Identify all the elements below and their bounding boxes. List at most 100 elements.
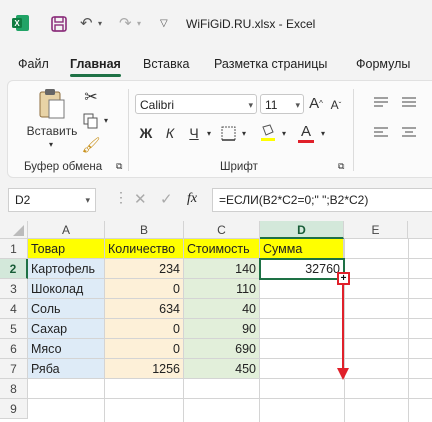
row-header-3[interactable]: 3	[0, 279, 28, 299]
tab-formulas[interactable]: Формулы	[356, 57, 410, 71]
font-color-dropdown-icon[interactable]: ▾	[318, 125, 328, 141]
font-size-combo[interactable]: 11 ▾	[260, 94, 304, 114]
table-cell-qty[interactable]: 0	[105, 279, 184, 299]
column-header-c[interactable]: C	[184, 221, 260, 239]
row-header-8[interactable]: 8	[0, 379, 28, 399]
table-cell-sum[interactable]	[260, 339, 344, 359]
copy-dropdown-icon[interactable]: ▾	[101, 114, 111, 126]
row-header-9[interactable]: 9	[0, 399, 28, 419]
font-launcher-icon[interactable]: ⧉	[338, 161, 344, 172]
borders-dropdown-icon[interactable]: ▾	[239, 125, 249, 141]
font-name-dropdown-icon[interactable]: ▾	[248, 95, 253, 115]
table-cell-sum[interactable]	[260, 359, 344, 379]
row-header-1[interactable]: 1	[0, 239, 28, 259]
cut-icon[interactable]: ✂	[80, 87, 102, 107]
fill-color-icon[interactable]	[258, 123, 278, 143]
table-cell-qty[interactable]: 634	[105, 299, 184, 319]
name-box-dropdown-icon[interactable]: ▾	[85, 189, 90, 211]
table-cell-qty[interactable]: 0	[105, 339, 184, 359]
header-cell-price[interactable]: Стоимость	[184, 239, 260, 259]
formula-input[interactable]: =ЕСЛИ(B2*C2=0;" ";B2*C2)	[212, 188, 432, 212]
column-header-d[interactable]: D	[260, 221, 344, 239]
shrink-font-button[interactable]: Aˇ	[328, 95, 344, 115]
font-name-combo[interactable]: Calibri ▾	[135, 94, 257, 114]
table-cell-name[interactable]: Шоколад	[28, 279, 105, 299]
table-cell-name[interactable]: Сахар	[28, 319, 105, 339]
table-cell-qty[interactable]: 0	[105, 319, 184, 339]
header-cell-quantity[interactable]: Количество	[105, 239, 184, 259]
column-header-a[interactable]: A	[28, 221, 105, 239]
tab-page-layout[interactable]: Разметка страницы	[214, 57, 327, 71]
tab-file[interactable]: Файл	[18, 57, 49, 71]
row-header-2[interactable]: 2	[0, 259, 28, 279]
align-middle-icon[interactable]	[400, 93, 418, 111]
crosshair-cursor-icon: +	[340, 273, 347, 284]
borders-icon[interactable]	[218, 123, 238, 143]
cancel-icon[interactable]: ✕	[134, 190, 147, 208]
paste-dropdown-icon[interactable]: ▾	[46, 139, 56, 149]
table-cell-sum[interactable]	[260, 319, 344, 339]
row-header-6[interactable]: 6	[0, 339, 28, 359]
select-all-corner[interactable]	[0, 221, 28, 239]
bold-button[interactable]: Ж	[137, 123, 155, 143]
row-header-7[interactable]: 7	[0, 359, 28, 379]
align-center-icon[interactable]	[400, 123, 418, 141]
save-icon[interactable]	[50, 15, 68, 33]
tab-home[interactable]: Главная	[70, 57, 121, 77]
paste-icon[interactable]	[30, 87, 74, 121]
align-left-icon[interactable]	[372, 123, 390, 141]
column-header-e[interactable]: E	[344, 221, 408, 239]
table-cell-price[interactable]: 690	[184, 339, 260, 359]
worksheet-grid: A B C D E 1 2 3 4 5 6 7 8 9 Товар Количе…	[0, 221, 432, 422]
enter-icon[interactable]: ✓	[160, 190, 173, 208]
align-top-icon[interactable]	[372, 93, 390, 111]
font-name-value: Calibri	[140, 98, 175, 112]
name-box-value: D2	[15, 193, 31, 207]
table-cell-sum[interactable]	[260, 299, 344, 319]
undo-dropdown-icon[interactable]: ▾	[98, 15, 102, 33]
clipboard-launcher-icon[interactable]: ⧉	[116, 161, 122, 172]
table-cell-qty[interactable]: 1256	[105, 359, 184, 379]
column-header-b[interactable]: B	[105, 221, 184, 239]
grow-font-icon: A	[309, 94, 320, 112]
header-cell-sum[interactable]: Сумма	[260, 239, 344, 259]
fill-color-dropdown-icon[interactable]: ▾	[279, 125, 289, 141]
italic-button[interactable]: К	[161, 123, 179, 143]
table-cell-price[interactable]: 90	[184, 319, 260, 339]
header-cell-product[interactable]: Товар	[28, 239, 105, 259]
copy-icon[interactable]	[80, 111, 102, 131]
table-cell-sum[interactable]	[260, 279, 344, 299]
row-header-5[interactable]: 5	[0, 319, 28, 339]
format-painter-icon[interactable]: 🖌	[80, 135, 102, 155]
redo-dropdown-icon[interactable]: ▾	[137, 15, 141, 33]
shrink-font-icon: A	[330, 98, 339, 112]
column-header-f[interactable]	[408, 221, 432, 239]
underline-button[interactable]: Ч	[185, 123, 203, 143]
table-cell-price[interactable]: 110	[184, 279, 260, 299]
paste-button[interactable]: Вставить	[22, 123, 82, 139]
table-cell-name[interactable]: Ряба	[28, 359, 105, 379]
ribbon-separator	[128, 89, 129, 171]
table-cell-price[interactable]: 40	[184, 299, 260, 319]
customize-toolbar-icon[interactable]: ▽	[160, 15, 168, 33]
table-cell-price[interactable]: 140	[184, 259, 260, 279]
tab-insert[interactable]: Вставка	[143, 57, 189, 71]
table-cell-price[interactable]: 450	[184, 359, 260, 379]
table-cell-sum[interactable]: 32760	[260, 259, 344, 279]
table-cell-qty[interactable]: 234	[105, 259, 184, 279]
undo-icon[interactable]: ↶	[80, 15, 93, 33]
table-cell-name[interactable]: Соль	[28, 299, 105, 319]
underline-dropdown-icon[interactable]: ▾	[204, 125, 214, 141]
name-box[interactable]: D2 ▾	[8, 188, 96, 212]
table-cell-name[interactable]: Картофель	[28, 259, 105, 279]
drag-down-arrow-icon	[337, 284, 349, 380]
grow-font-button[interactable]: A ^	[308, 93, 324, 113]
formula-bar: D2 ▾ ⋮ ✕ ✓ fx =ЕСЛИ(B2*C2=0;" ";B2*C2)	[0, 186, 432, 214]
table-cell-name[interactable]: Мясо	[28, 339, 105, 359]
insert-function-button[interactable]: fx	[187, 191, 197, 207]
clipboard-group-label: Буфер обмена	[24, 161, 103, 173]
row-header-4[interactable]: 4	[0, 299, 28, 319]
font-color-icon[interactable]: A	[296, 121, 316, 141]
redo-icon[interactable]: ↷	[119, 15, 132, 33]
font-size-dropdown-icon[interactable]: ▾	[295, 95, 300, 115]
